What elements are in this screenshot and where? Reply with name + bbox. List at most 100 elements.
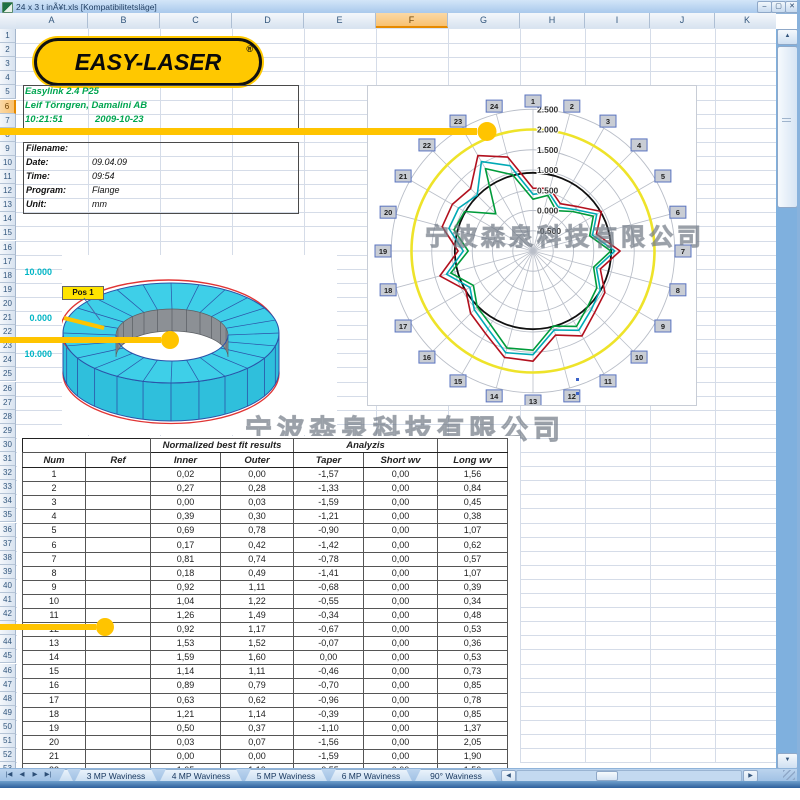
table-cell[interactable]: 0,00	[364, 552, 438, 566]
row-header-43[interactable]: 43	[0, 621, 16, 635]
table-cell[interactable]: 0,92	[151, 623, 221, 637]
row-header-51[interactable]: 51	[0, 734, 16, 748]
table-cell[interactable]: 1,07	[438, 566, 508, 580]
table-cell[interactable]: 0,00	[364, 608, 438, 622]
table-cell[interactable]: 0,57	[438, 552, 508, 566]
table-cell[interactable]: 1,14	[151, 665, 221, 679]
row-header-48[interactable]: 48	[0, 692, 16, 706]
row-header-14[interactable]: 14	[0, 212, 16, 226]
table-cell[interactable]: 0,74	[221, 552, 294, 566]
table-cell[interactable]: -1,10	[294, 721, 364, 735]
table-cell[interactable]: 0,00	[364, 594, 438, 608]
scroll-down-arrow[interactable]: ▼	[777, 753, 798, 769]
row-header-46[interactable]: 46	[0, 664, 16, 678]
column-header-E[interactable]: E	[304, 13, 376, 28]
table-cell[interactable]: 0,00	[364, 566, 438, 580]
table-cell[interactable]: 0,28	[221, 482, 294, 496]
table-cell[interactable]	[86, 594, 151, 608]
table-cell[interactable]: 1,11	[221, 580, 294, 594]
table-cell[interactable]: 0,85	[438, 707, 508, 721]
table-cell[interactable]: 0,78	[221, 524, 294, 538]
table-cell[interactable]: 14	[23, 651, 86, 665]
row-header-1[interactable]: 1	[0, 29, 16, 43]
table-cell[interactable]: 2	[23, 482, 86, 496]
row-header-12[interactable]: 12	[0, 184, 16, 198]
table-cell[interactable]	[86, 496, 151, 510]
table-cell[interactable]: -1,57	[294, 468, 364, 482]
table-cell[interactable]: 21	[23, 749, 86, 763]
table-cell[interactable]: 18	[23, 707, 86, 721]
table-cell[interactable]: 0,00	[364, 735, 438, 749]
table-cell[interactable]: 0,00	[364, 665, 438, 679]
table-cell[interactable]: 0,07	[221, 735, 294, 749]
table-cell[interactable]: -0,46	[294, 665, 364, 679]
table-cell[interactable]: 8	[23, 566, 86, 580]
table-cell[interactable]: 0,00	[364, 693, 438, 707]
table-cell[interactable]: 3	[23, 496, 86, 510]
first-sheet-button[interactable]: |◀	[3, 770, 15, 780]
table-cell[interactable]	[86, 608, 151, 622]
row-header-40[interactable]: 40	[0, 579, 16, 593]
table-cell[interactable]	[86, 566, 151, 580]
table-cell[interactable]: 15	[23, 665, 86, 679]
table-cell[interactable]: 0,00	[364, 524, 438, 538]
table-cell[interactable]	[86, 468, 151, 482]
row-header-34[interactable]: 34	[0, 494, 16, 508]
row-header-19[interactable]: 19	[0, 283, 16, 297]
row-header-41[interactable]: 41	[0, 593, 16, 607]
table-cell[interactable]: 0,48	[438, 608, 508, 622]
table-cell[interactable]: 1,14	[221, 707, 294, 721]
table-cell[interactable]: 0,49	[221, 566, 294, 580]
column-header-F[interactable]: F	[376, 13, 448, 28]
row-header-39[interactable]: 39	[0, 565, 16, 579]
table-cell[interactable]	[86, 749, 151, 763]
table-cell[interactable]: 1,26	[151, 608, 221, 622]
table-cell[interactable]	[86, 637, 151, 651]
column-header-D[interactable]: D	[232, 13, 304, 28]
next-sheet-button[interactable]: ▶	[29, 770, 41, 780]
table-cell[interactable]	[86, 693, 151, 707]
table-cell[interactable]: 0,03	[151, 735, 221, 749]
table-cell[interactable]: 0,00	[364, 482, 438, 496]
table-cell[interactable]: 0,30	[221, 510, 294, 524]
table-cell[interactable]: 0,00	[364, 721, 438, 735]
row-header-27[interactable]: 27	[0, 396, 16, 410]
table-cell[interactable]: 0,00	[364, 538, 438, 552]
row-header-33[interactable]: 33	[0, 480, 16, 494]
column-header-I[interactable]: I	[585, 13, 650, 28]
table-cell[interactable]: 0,45	[438, 496, 508, 510]
row-header-26[interactable]: 26	[0, 382, 16, 396]
table-cell[interactable]: 0,38	[438, 510, 508, 524]
table-cell[interactable]	[86, 552, 151, 566]
table-cell[interactable]: 0,62	[438, 538, 508, 552]
row-header-50[interactable]: 50	[0, 720, 16, 734]
easy-laser-logo[interactable]: EASY-LASER ®	[34, 38, 262, 86]
row-header-20[interactable]: 20	[0, 297, 16, 311]
table-cell[interactable]: -0,67	[294, 623, 364, 637]
table-cell[interactable]: 1,21	[151, 707, 221, 721]
table-cell[interactable]: 0,92	[151, 580, 221, 594]
row-header-30[interactable]: 30	[0, 438, 16, 452]
table-cell[interactable]: -1,59	[294, 749, 364, 763]
table-cell[interactable]: 0,03	[221, 496, 294, 510]
table-cell[interactable]: -0,96	[294, 693, 364, 707]
table-cell[interactable]: 17	[23, 693, 86, 707]
table-cell[interactable]: -1,59	[294, 496, 364, 510]
row-header-10[interactable]: 10	[0, 156, 16, 170]
table-cell[interactable]: 0,00	[364, 510, 438, 524]
table-cell[interactable]	[86, 538, 151, 552]
table-cell[interactable]: 5	[23, 524, 86, 538]
table-cell[interactable]: 0,00	[364, 580, 438, 594]
polar-waviness-chart[interactable]: 2.5002.0001.5001.0000.5000.000-0.5001234…	[367, 85, 697, 406]
row-header-6[interactable]: 6	[0, 100, 16, 114]
table-cell[interactable]: -0,07	[294, 637, 364, 651]
table-cell[interactable]: 4	[23, 510, 86, 524]
table-cell[interactable]: 1,60	[221, 651, 294, 665]
table-cell[interactable]	[86, 707, 151, 721]
table-cell[interactable]: 0,00	[364, 468, 438, 482]
table-cell[interactable]: 19	[23, 721, 86, 735]
row-header-8[interactable]: 8	[0, 128, 16, 142]
table-cell[interactable]: 0,00	[364, 707, 438, 721]
minimize-button[interactable]: –	[757, 1, 772, 13]
row-header-7[interactable]: 7	[0, 114, 16, 128]
